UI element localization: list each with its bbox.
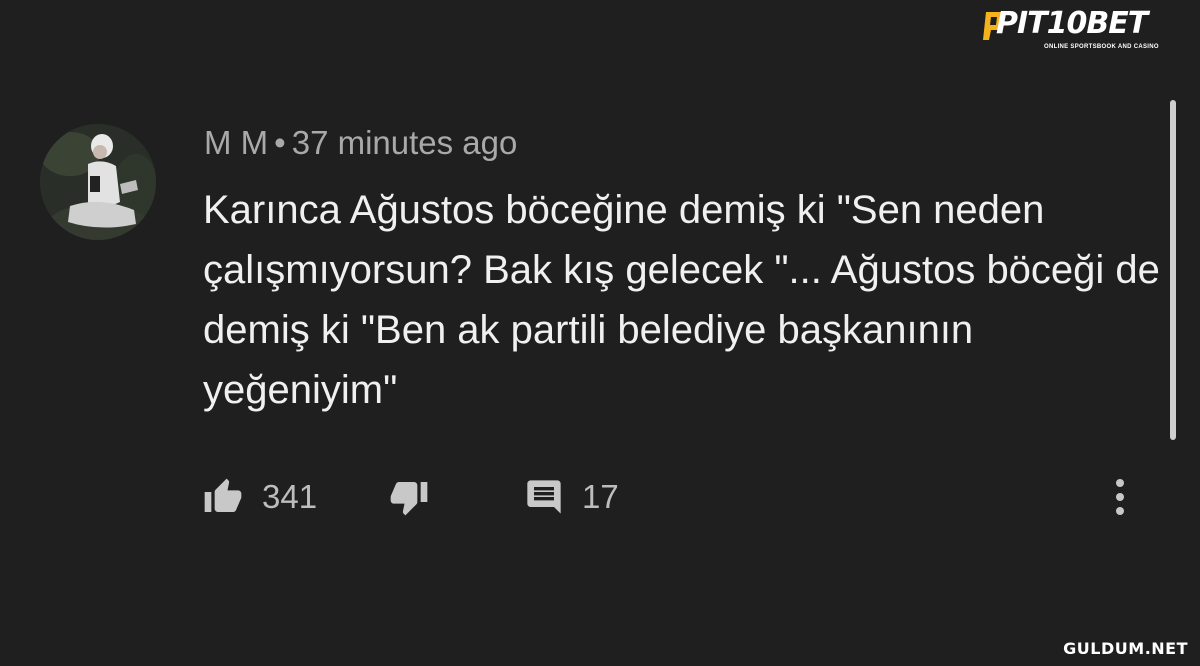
reply-count: 17 <box>582 478 619 515</box>
watermark: GULDUM.NET <box>1063 639 1188 658</box>
more-vertical-icon <box>1116 479 1124 515</box>
dislike-button[interactable] <box>386 472 432 522</box>
thumbs-down-icon <box>390 482 428 516</box>
brand-logo: PIT10BET ONLINE SPORTSBOOK AND CASINO <box>982 4 1160 54</box>
brand-name: PIT10BET <box>996 6 1148 41</box>
meta-separator: • <box>274 124 286 161</box>
comment-text: Karınca Ağustos böceğine demiş ki "Sen n… <box>203 188 1160 412</box>
reply-button[interactable]: 17 <box>522 472 619 522</box>
avatar-image <box>40 124 156 240</box>
comment-actions: 341 17 <box>200 472 1160 522</box>
avatar[interactable] <box>40 124 156 240</box>
thumbs-up-icon <box>204 478 242 512</box>
like-count: 341 <box>262 478 318 515</box>
timestamp[interactable]: 37 minutes ago <box>292 124 518 161</box>
author-name[interactable]: M M <box>204 124 268 161</box>
comment-icon <box>527 480 561 514</box>
brand-tagline: ONLINE SPORTSBOOK AND CASINO <box>1044 44 1159 50</box>
more-options-button[interactable] <box>1110 472 1130 522</box>
comment-meta: M M • 37 minutes ago <box>204 124 517 162</box>
like-button[interactable]: 341 <box>200 472 317 522</box>
scrollbar[interactable] <box>1170 100 1176 440</box>
